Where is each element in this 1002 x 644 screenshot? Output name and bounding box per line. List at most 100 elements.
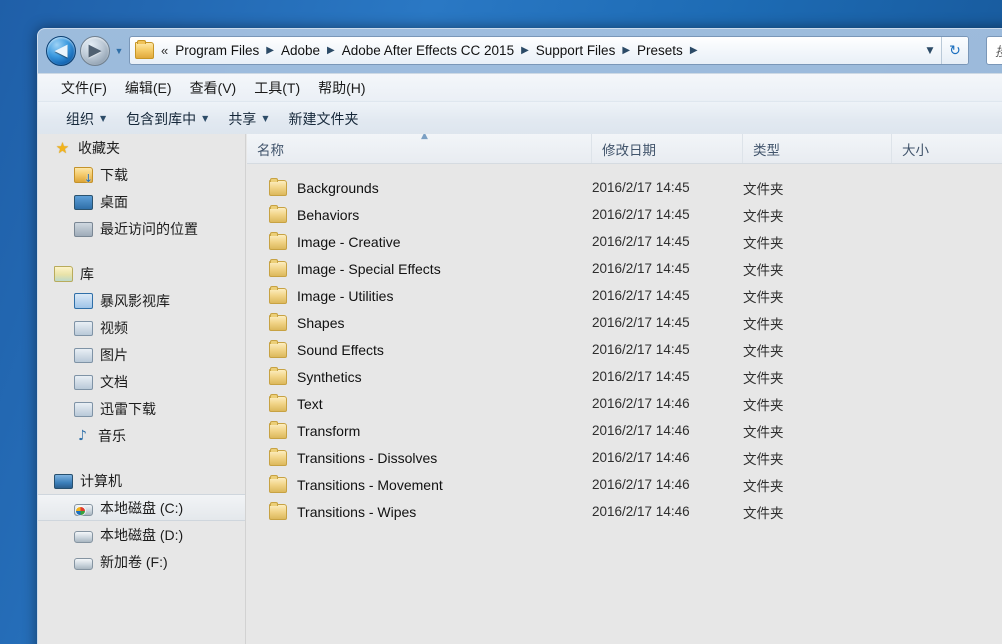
file-date-cell: 2016/2/17 14:45 — [592, 180, 690, 195]
file-type-cell: 文件夹 — [743, 505, 784, 521]
breadcrumb-item-adobe[interactable]: Adobe — [278, 41, 323, 60]
folder-icon — [269, 177, 287, 196]
column-header-date-modified[interactable]: 修改日期 — [592, 134, 743, 163]
file-name-text: Text — [297, 395, 323, 412]
table-row[interactable]: Behaviors 2016/2/17 14:45 文件夹 — [247, 201, 1002, 228]
sidebar-label: 暴风影视库 — [100, 292, 170, 309]
menu-item-edit[interactable]: 编辑(E) — [116, 75, 181, 101]
include-in-library-label: 包含到库中 — [126, 110, 197, 127]
file-date-cell: 2016/2/17 14:45 — [592, 207, 690, 222]
sidebar-label: 下载 — [100, 166, 128, 183]
drive-icon — [74, 530, 93, 543]
table-row[interactable]: Shapes 2016/2/17 14:45 文件夹 — [247, 309, 1002, 336]
sidebar-item-favorites[interactable]: ★ 收藏夹 — [38, 134, 245, 161]
file-name-text: Image - Special Effects — [297, 260, 441, 277]
file-name-cell: Image - Creative — [269, 231, 400, 250]
table-row[interactable]: Sound Effects 2016/2/17 14:45 文件夹 — [247, 336, 1002, 363]
file-type-cell: 文件夹 — [743, 235, 784, 251]
sidebar-item-downloads[interactable]: 下载 — [38, 161, 245, 188]
share-with-button[interactable]: 共享 ▼ — [218, 105, 278, 133]
recent-pages-dropdown-button[interactable]: ▼ — [113, 45, 125, 57]
folder-icon — [269, 474, 287, 493]
file-type-cell: 文件夹 — [743, 316, 784, 332]
file-name-text: Image - Utilities — [297, 287, 394, 304]
file-type-cell: 文件夹 — [743, 424, 784, 440]
media-library-icon — [74, 293, 93, 309]
include-in-library-button[interactable]: 包含到库中 ▼ — [116, 105, 218, 133]
table-row[interactable]: Transitions - Dissolves 2016/2/17 14:46 … — [247, 444, 1002, 471]
chevron-right-icon[interactable]: ▶ — [323, 45, 339, 56]
file-name-cell: Transitions - Movement — [269, 474, 443, 493]
chevron-right-icon[interactable]: ▶ — [618, 45, 634, 56]
chevron-right-icon[interactable]: ▶ — [262, 45, 278, 56]
file-name-text: Transitions - Dissolves — [297, 449, 438, 466]
video-icon — [74, 321, 93, 336]
sidebar-item-local-disk-d[interactable]: 本地磁盘 (D:) — [38, 521, 245, 548]
menu-item-help[interactable]: 帮助(H) — [309, 75, 374, 101]
table-row[interactable]: Image - Creative 2016/2/17 14:45 文件夹 — [247, 228, 1002, 255]
sidebar-item-pictures[interactable]: 图片 — [38, 341, 245, 368]
sidebar-item-local-disk-c[interactable]: 本地磁盘 (C:) — [38, 494, 245, 521]
back-button[interactable]: ◀ — [46, 36, 76, 66]
file-name-cell: Text — [269, 393, 323, 412]
file-type-cell: 文件夹 — [743, 181, 784, 197]
sidebar-label: 本地磁盘 (D:) — [100, 526, 184, 543]
search-placeholder-text: 搜索 P — [987, 41, 1002, 60]
sidebar-item-libraries[interactable]: 库 — [38, 260, 245, 287]
chevron-right-icon[interactable]: ▶ — [686, 45, 702, 56]
sidebar-item-videos[interactable]: 视频 — [38, 314, 245, 341]
breadcrumb-item-presets[interactable]: Presets — [634, 41, 686, 60]
address-dropdown-button[interactable]: ▼ — [919, 46, 941, 56]
menu-item-file[interactable]: 文件(F) — [52, 75, 116, 101]
sidebar-item-recent-places[interactable]: 最近访问的位置 — [38, 215, 245, 242]
sidebar-item-xunlei-download[interactable]: 迅雷下载 — [38, 395, 245, 422]
sidebar-item-new-volume-f[interactable]: 新加卷 (F:) — [38, 548, 245, 575]
file-name-cell: Transitions - Dissolves — [269, 447, 438, 466]
sidebar-item-documents[interactable]: 文档 — [38, 368, 245, 395]
table-row[interactable]: Synthetics 2016/2/17 14:45 文件夹 — [247, 363, 1002, 390]
search-input[interactable]: 搜索 P — [986, 36, 1002, 65]
file-date-cell: 2016/2/17 14:46 — [592, 450, 690, 465]
file-date-cell: 2016/2/17 14:45 — [592, 315, 690, 330]
nav-section-favorites: ★ 收藏夹 下载 桌面 最近访问的位置 — [38, 134, 245, 242]
file-type-cell: 文件夹 — [743, 262, 784, 278]
table-row[interactable]: Transform 2016/2/17 14:46 文件夹 — [247, 417, 1002, 444]
file-type-cell: 文件夹 — [743, 208, 784, 224]
file-name-text: Synthetics — [297, 368, 362, 385]
sidebar-item-computer[interactable]: 计算机 — [38, 467, 245, 494]
table-row[interactable]: Transitions - Movement 2016/2/17 14:46 文… — [247, 471, 1002, 498]
chevron-right-icon[interactable]: ▶ — [517, 45, 533, 56]
breadcrumb-item-support-files[interactable]: Support Files — [533, 41, 619, 60]
chevron-down-icon: ▼ — [202, 114, 209, 123]
folder-icon — [269, 393, 287, 412]
table-row[interactable]: Image - Utilities 2016/2/17 14:45 文件夹 — [247, 282, 1002, 309]
file-name-cell: Synthetics — [269, 366, 362, 385]
menu-item-view[interactable]: 查看(V) — [181, 75, 246, 101]
table-row[interactable]: Image - Special Effects 2016/2/17 14:45 … — [247, 255, 1002, 282]
sidebar-item-baofeng-media[interactable]: 暴风影视库 — [38, 287, 245, 314]
navigation-pane[interactable]: ★ 收藏夹 下载 桌面 最近访问的位置 — [38, 134, 246, 644]
table-row[interactable]: Text 2016/2/17 14:46 文件夹 — [247, 390, 1002, 417]
forward-button[interactable]: ▶ — [80, 36, 110, 66]
file-list-pane[interactable]: ▲ 名称 修改日期 类型 大小 Backgrounds 2016/2/17 14… — [247, 134, 1002, 644]
folder-icon — [269, 420, 287, 439]
sidebar-item-music[interactable]: ♪ 音乐 — [38, 422, 245, 449]
breadcrumb-item-after-effects[interactable]: Adobe After Effects CC 2015 — [339, 41, 517, 60]
column-header-type[interactable]: 类型 — [743, 134, 892, 163]
organize-button[interactable]: 组织 ▼ — [56, 105, 116, 133]
refresh-icon[interactable]: ↻ — [941, 37, 968, 64]
breadcrumb-item-program-files[interactable]: Program Files — [172, 41, 262, 60]
column-header-name[interactable]: 名称 — [247, 134, 592, 163]
address-bar[interactable]: « Program Files ▶ Adobe ▶ Adobe After Ef… — [129, 36, 969, 65]
folder-icon — [269, 339, 287, 358]
sidebar-item-desktop[interactable]: 桌面 — [38, 188, 245, 215]
sidebar-label: 文档 — [100, 373, 128, 390]
breadcrumb[interactable]: « Program Files ▶ Adobe ▶ Adobe After Ef… — [130, 37, 919, 64]
breadcrumb-overflow-icon[interactable]: « — [158, 43, 172, 58]
menu-item-tools[interactable]: 工具(T) — [245, 75, 309, 101]
column-header-size[interactable]: 大小 — [892, 134, 1002, 163]
xunlei-download-icon — [74, 402, 93, 417]
table-row[interactable]: Backgrounds 2016/2/17 14:45 文件夹 — [247, 174, 1002, 201]
new-folder-button[interactable]: 新建文件夹 — [278, 105, 368, 133]
table-row[interactable]: Transitions - Wipes 2016/2/17 14:46 文件夹 — [247, 498, 1002, 525]
